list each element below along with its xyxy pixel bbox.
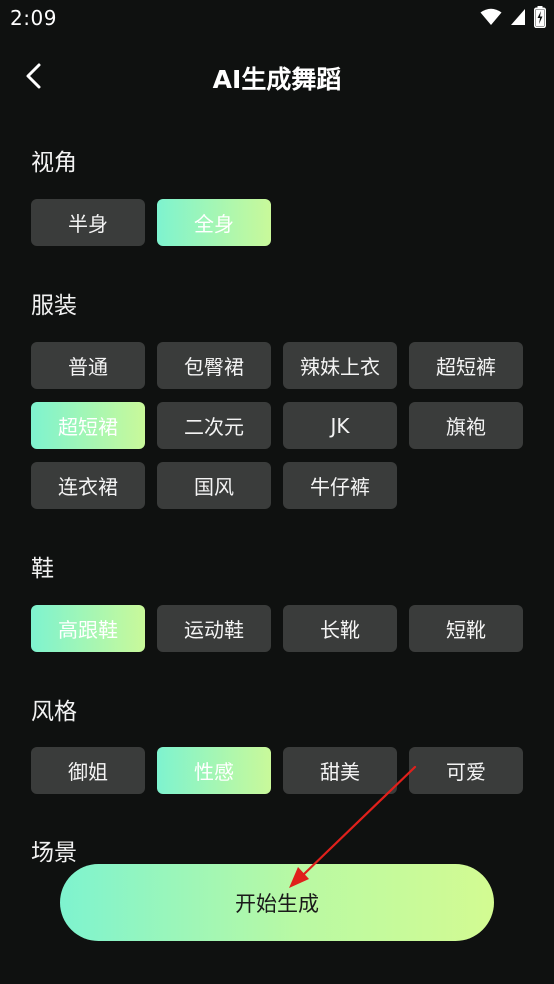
option-outfit-qipao[interactable]: 旗袍 [409, 402, 523, 449]
section-title-outfit: 服装 [31, 293, 77, 319]
option-shoes-sneakers[interactable]: 运动鞋 [157, 605, 271, 652]
option-outfit-mini-skirt[interactable]: 超短裙 [31, 402, 145, 449]
option-outfit-hot-top[interactable]: 辣妹上衣 [283, 342, 397, 389]
section-title-shoes: 鞋 [31, 556, 54, 582]
option-outfit-jeans[interactable]: 牛仔裤 [283, 462, 397, 509]
page-title: AI生成舞蹈 [212, 65, 342, 94]
start-generate-button[interactable]: 开始生成 [60, 864, 494, 941]
section-title-style: 风格 [31, 699, 77, 725]
option-style-cute[interactable]: 可爱 [409, 747, 523, 794]
start-generate-label: 开始生成 [235, 891, 319, 916]
status-icons [480, 6, 546, 28]
option-style-sexy[interactable]: 性感 [157, 747, 271, 794]
option-view-half-body[interactable]: 半身 [31, 199, 145, 246]
wifi-icon [480, 8, 502, 26]
status-time: 2:09 [10, 6, 57, 30]
option-style-sweet[interactable]: 甜美 [283, 747, 397, 794]
option-shoes-short-boots[interactable]: 短靴 [409, 605, 523, 652]
option-style-mature[interactable]: 御姐 [31, 747, 145, 794]
option-outfit-jk[interactable]: JK [283, 402, 397, 449]
option-outfit-bodycon-skirt[interactable]: 包臀裙 [157, 342, 271, 389]
option-view-full-body[interactable]: 全身 [157, 199, 271, 246]
option-outfit-dress[interactable]: 连衣裙 [31, 462, 145, 509]
option-outfit-guofeng[interactable]: 国风 [157, 462, 271, 509]
app-header: AI生成舞蹈 [0, 50, 554, 106]
signal-icon [510, 8, 526, 26]
section-title-scene: 场景 [31, 840, 77, 866]
option-shoes-long-boots[interactable]: 长靴 [283, 605, 397, 652]
option-outfit-normal[interactable]: 普通 [31, 342, 145, 389]
section-title-view: 视角 [31, 150, 77, 176]
option-shoes-high-heels[interactable]: 高跟鞋 [31, 605, 145, 652]
option-outfit-anime[interactable]: 二次元 [157, 402, 271, 449]
battery-charging-icon [534, 6, 546, 28]
status-bar: 2:09 [0, 0, 554, 38]
option-outfit-short-shorts[interactable]: 超短裤 [409, 342, 523, 389]
